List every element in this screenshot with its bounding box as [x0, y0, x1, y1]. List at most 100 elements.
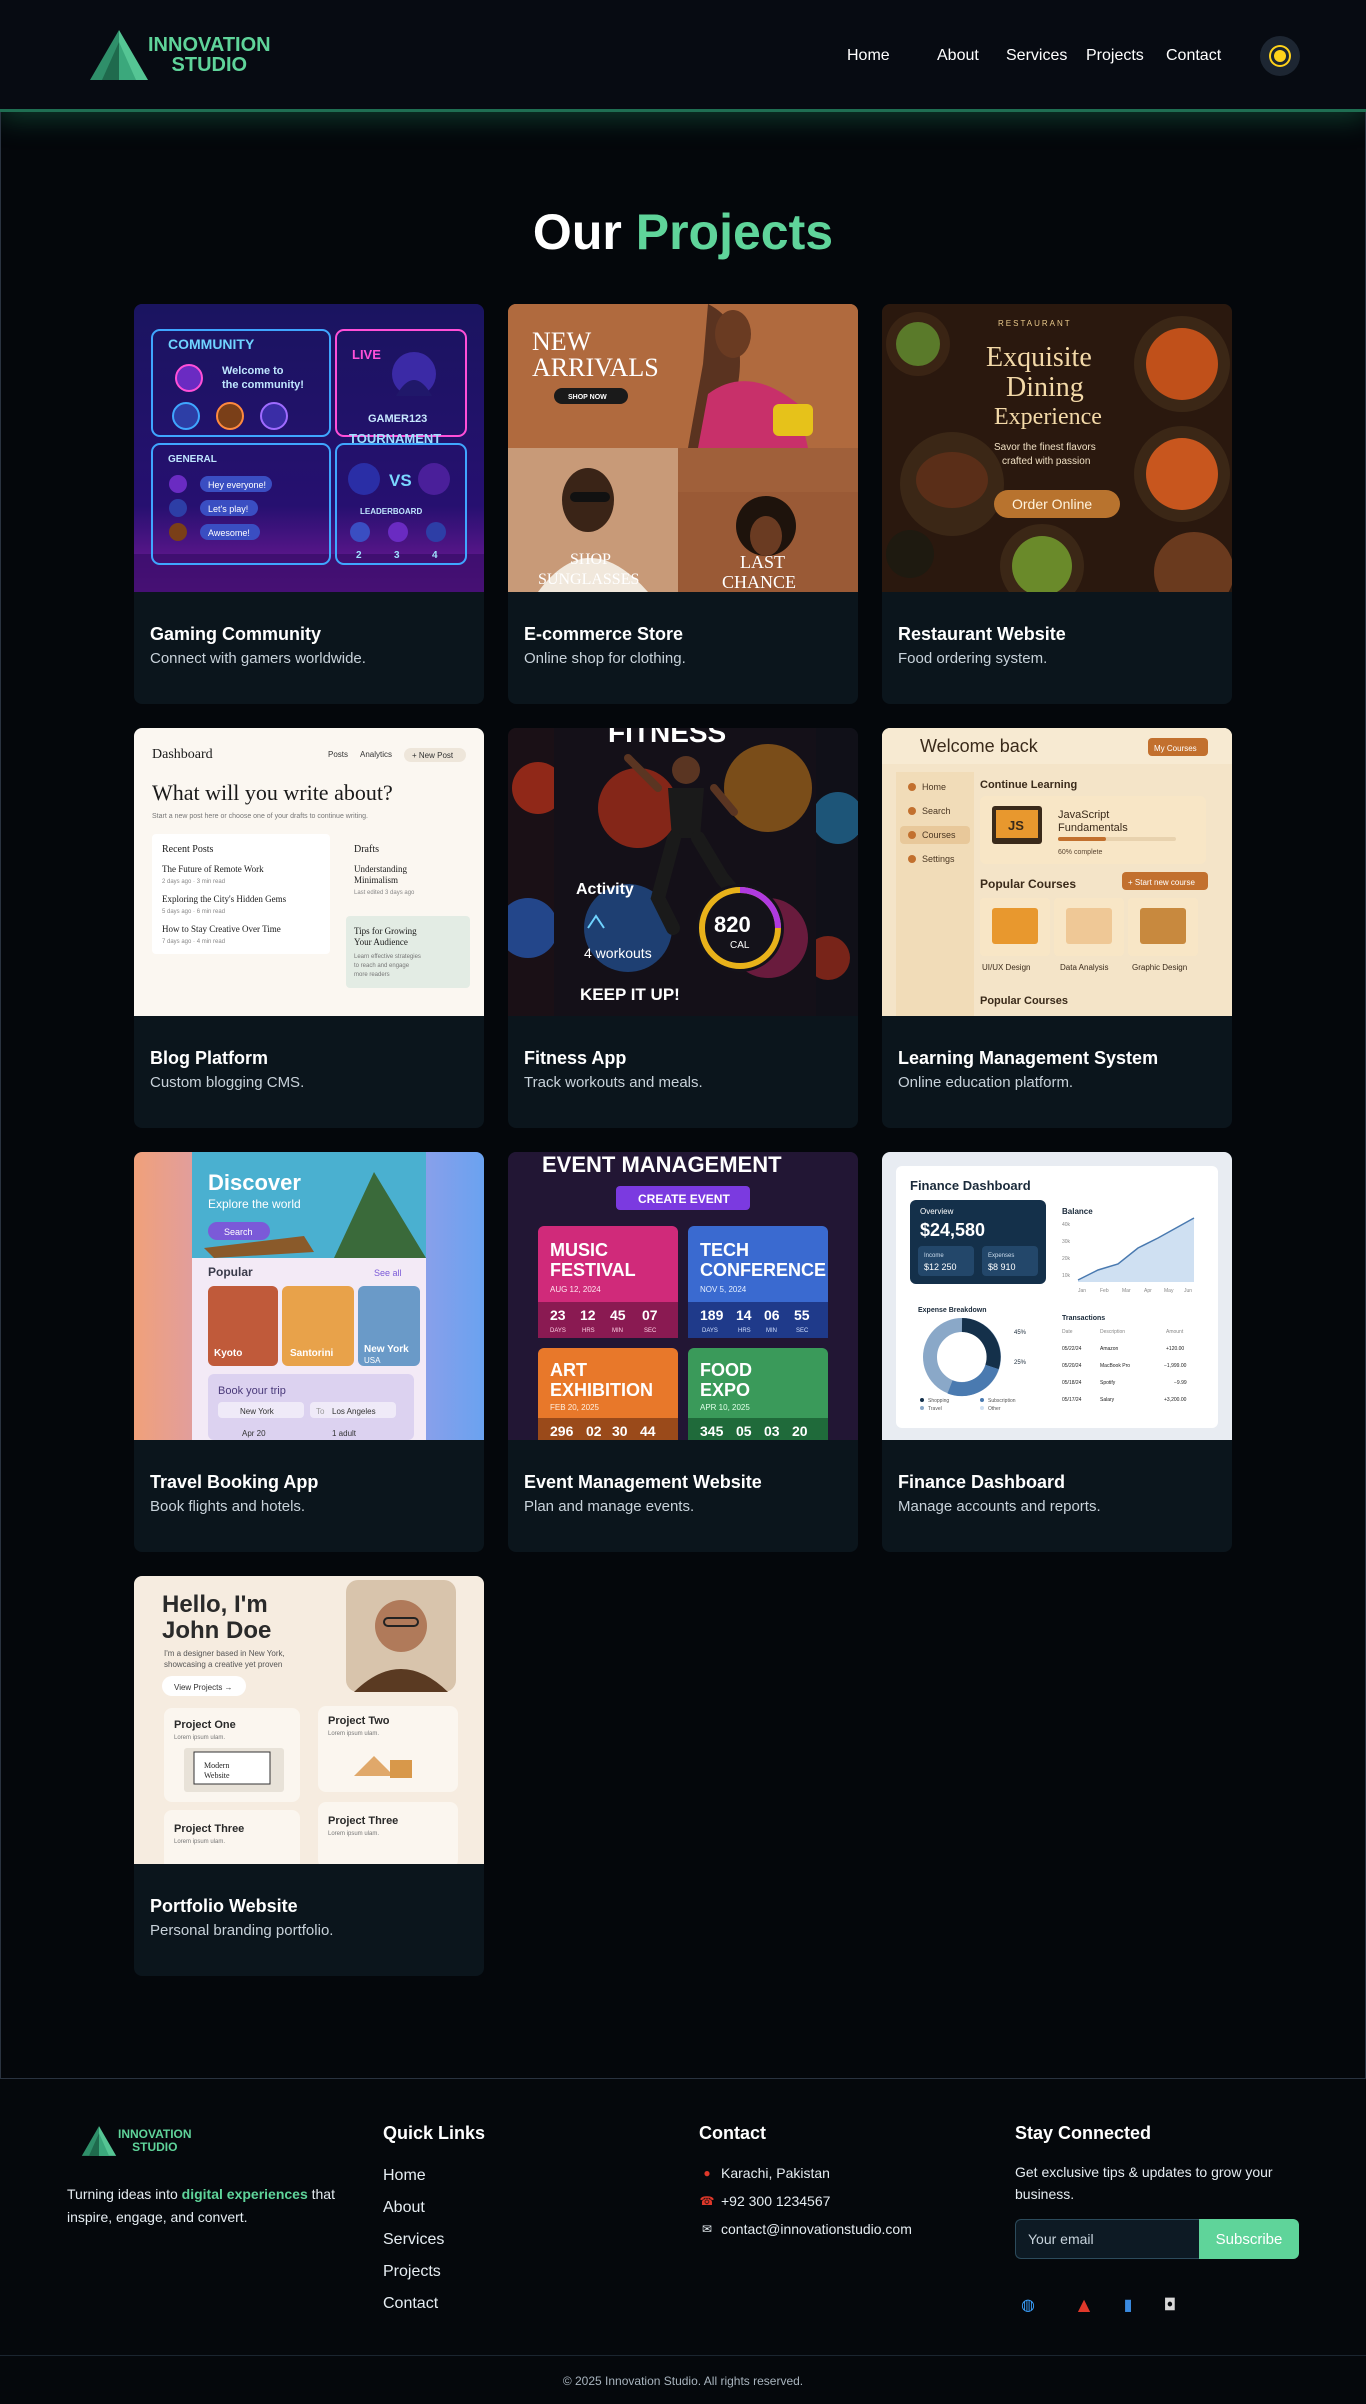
svg-text:SHOP: SHOP: [570, 551, 611, 568]
svg-text:Hey everyone!: Hey everyone!: [208, 480, 266, 490]
svg-text:Amount: Amount: [1166, 1329, 1184, 1335]
svg-text:Experience: Experience: [994, 404, 1102, 430]
project-description: Custom blogging CMS.: [150, 1074, 305, 1091]
svg-text:Search: Search: [922, 806, 951, 816]
copyright-bar: © 2025 Innovation Studio. All rights res…: [0, 2355, 1366, 2404]
tagline-prefix: Turning ideas into: [67, 2186, 182, 2202]
svg-text:What will you write about?: What will you write about?: [152, 780, 393, 805]
project-title: Finance Dashboard: [898, 1472, 1066, 1492]
stay-connected-heading: Stay Connected: [1015, 2123, 1152, 2143]
svg-text:Hello, I'm: Hello, I'm: [162, 1591, 268, 1618]
globe-icon[interactable]: ◍: [1017, 2293, 1039, 2315]
contact-address: ● Karachi, Pakistan: [699, 2163, 830, 2183]
project-image-portfolio: Hello, I'm John Doe I'm a designer based…: [134, 1576, 484, 1864]
project-card-portfolio[interactable]: Hello, I'm John Doe I'm a designer based…: [134, 1576, 484, 1976]
project-card-finance[interactable]: Finance Dashboard Overview $24,580 Incom…: [882, 1152, 1232, 1552]
footer-link-about[interactable]: About: [383, 2197, 425, 2219]
project-card-travel[interactable]: Discover Explore the world Search Popula…: [134, 1152, 484, 1552]
svg-text:John Doe: John Doe: [162, 1617, 271, 1644]
svg-text:Recent Posts: Recent Posts: [162, 844, 213, 855]
nav-contact[interactable]: Contact: [1166, 44, 1221, 68]
nav-home[interactable]: Home: [847, 44, 890, 68]
project-card-blog[interactable]: Dashboard Posts Analytics + New Post Wha…: [134, 728, 484, 1128]
svg-text:Feb: Feb: [1100, 1288, 1109, 1294]
nav-projects[interactable]: Projects: [1086, 44, 1144, 68]
svg-text:4: 4: [432, 550, 438, 561]
project-description: Plan and manage events.: [524, 1498, 695, 1515]
svg-text:SEC: SEC: [644, 1328, 657, 1334]
svg-text:+ Start new course: + Start new course: [1128, 878, 1195, 887]
svg-text:Learn effective strategies: Learn effective strategies: [354, 954, 421, 960]
svg-text:CAL: CAL: [730, 940, 750, 951]
svg-text:CHANCE: CHANCE: [722, 572, 796, 592]
svg-text:Apr: Apr: [1144, 1288, 1152, 1294]
svg-text:Welcome to: Welcome to: [222, 365, 284, 377]
svg-text:GENERAL: GENERAL: [168, 454, 217, 465]
camera-icon[interactable]: ◘: [1159, 2293, 1181, 2315]
svg-text:23: 23: [550, 1307, 566, 1323]
svg-text:820: 820: [714, 912, 751, 937]
svg-text:30: 30: [612, 1423, 628, 1439]
svg-text:Subscription: Subscription: [988, 1398, 1016, 1404]
svg-text:ART: ART: [550, 1360, 587, 1380]
newsletter-email-input[interactable]: [1015, 2219, 1199, 2259]
svg-text:Courses: Courses: [922, 830, 956, 840]
book-icon[interactable]: ▮: [1117, 2293, 1139, 2315]
svg-text:LAST: LAST: [740, 552, 785, 572]
svg-text:05: 05: [736, 1423, 752, 1439]
sun-icon: [1274, 50, 1286, 62]
svg-text:Your Audience: Your Audience: [354, 937, 408, 947]
svg-text:Description: Description: [1100, 1329, 1125, 1335]
project-title: Blog Platform: [150, 1048, 269, 1068]
svg-text:FOOD: FOOD: [700, 1360, 752, 1380]
svg-text:05/20/24: 05/20/24: [1062, 1363, 1082, 1369]
svg-text:Shopping: Shopping: [928, 1398, 949, 1404]
footer-logo[interactable]: INNOVATION STUDIO: [80, 2125, 192, 2157]
svg-text:45: 45: [610, 1307, 626, 1323]
project-card-event[interactable]: EVENT MANAGEMENT CREATE EVENT MUSIC FEST…: [508, 1152, 858, 1552]
svg-text:Tips for Growing: Tips for Growing: [354, 926, 417, 936]
subscribe-button[interactable]: Subscribe: [1199, 2219, 1299, 2259]
site-footer: INNOVATION STUDIO Turning ideas into dig…: [0, 2078, 1366, 2404]
svg-text:3: 3: [394, 550, 400, 561]
project-card-gaming[interactable]: COMMUNITY Welcome to the community! LIVE…: [134, 304, 484, 704]
svg-text:25%: 25%: [1014, 1360, 1027, 1366]
svg-text:Settings: Settings: [922, 854, 955, 864]
svg-text:Home: Home: [922, 782, 946, 792]
nav-about[interactable]: About: [937, 44, 979, 68]
svg-text:View Projects →: View Projects →: [174, 1683, 233, 1692]
svg-text:RESTAURANT: RESTAURANT: [998, 319, 1072, 328]
theme-toggle-button[interactable]: [1260, 36, 1300, 76]
project-card-lms[interactable]: Welcome back My Courses Home Search Cour…: [882, 728, 1232, 1128]
svg-text:AUG 12, 2024: AUG 12, 2024: [550, 1285, 601, 1294]
project-card-fitness[interactable]: FITNESS Activity 4 workouts 820 CAL KEEP…: [508, 728, 858, 1128]
project-card-ecommerce[interactable]: NEW ARRIVALS SHOP NOW SHOP SUNGLASSES LA…: [508, 304, 858, 704]
svg-text:Dining: Dining: [1006, 372, 1084, 403]
contact-phone[interactable]: ☎ +92 300 1234567: [699, 2191, 831, 2211]
nav-services[interactable]: Services: [1006, 44, 1067, 68]
svg-text:45%: 45%: [1014, 1330, 1027, 1336]
contact-email[interactable]: ✉ contact@innovationstudio.com: [699, 2219, 912, 2239]
svg-text:Expenses: Expenses: [988, 1253, 1014, 1259]
project-title: Portfolio Website: [150, 1896, 298, 1916]
project-image-restaurant: RESTAURANT Exquisite Dining Experience S…: [882, 304, 1232, 592]
svg-text:Popular: Popular: [208, 1265, 253, 1279]
svg-text:ARRIVALS: ARRIVALS: [532, 353, 659, 382]
project-description: Track workouts and meals.: [524, 1074, 703, 1091]
project-description: Connect with gamers worldwide.: [150, 650, 366, 667]
project-description: Online education platform.: [898, 1074, 1074, 1091]
svg-text:296: 296: [550, 1423, 574, 1439]
footer-link-home[interactable]: Home: [383, 2165, 426, 2187]
bird-icon[interactable]: ▲: [1073, 2293, 1095, 2315]
footer-link-services[interactable]: Services: [383, 2229, 444, 2251]
svg-text:Balance: Balance: [1062, 1207, 1093, 1216]
svg-text:189: 189: [700, 1307, 724, 1323]
project-card-restaurant[interactable]: RESTAURANT Exquisite Dining Experience S…: [882, 304, 1232, 704]
footer-link-projects[interactable]: Projects: [383, 2261, 441, 2283]
footer-link-contact[interactable]: Contact: [383, 2293, 438, 2315]
svg-text:14: 14: [736, 1307, 752, 1323]
project-image-ecommerce: NEW ARRIVALS SHOP NOW SHOP SUNGLASSES LA…: [508, 304, 858, 592]
svg-text:The Future of Remote Work: The Future of Remote Work: [162, 864, 264, 874]
footer-brand-line-2: STUDIO: [132, 2140, 178, 2154]
svg-text:10k: 10k: [1062, 1273, 1071, 1279]
